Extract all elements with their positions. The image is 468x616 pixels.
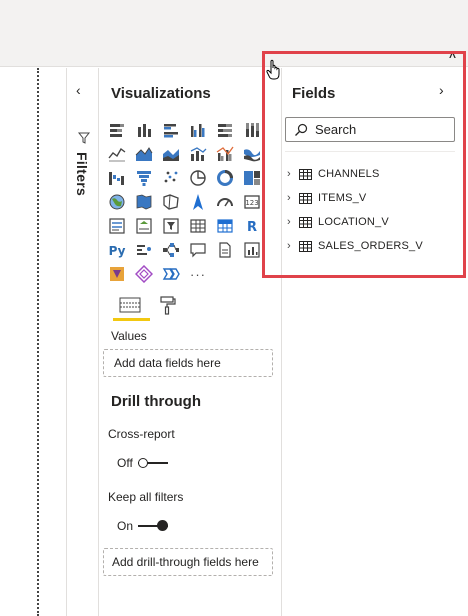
power-apps-icon[interactable] xyxy=(105,262,129,286)
svg-text:123: 123 xyxy=(245,199,258,207)
azure-map-icon[interactable] xyxy=(186,190,210,214)
line-column-icon[interactable] xyxy=(186,142,210,166)
100-bar-icon[interactable] xyxy=(213,118,237,142)
pie-icon[interactable] xyxy=(186,166,210,190)
keep-all-filters-label: Keep all filters xyxy=(108,490,184,504)
cross-report-toggle[interactable]: Off xyxy=(117,456,168,470)
filters-label[interactable]: Filters xyxy=(74,152,90,196)
donut-icon[interactable] xyxy=(213,166,237,190)
shape-map-icon[interactable] xyxy=(159,190,183,214)
area-chart-icon[interactable] xyxy=(132,142,156,166)
gauge-icon[interactable] xyxy=(213,190,237,214)
stacked-area-icon[interactable] xyxy=(159,142,183,166)
more-visuals-button[interactable]: ··· xyxy=(186,262,210,286)
toggle-switch[interactable] xyxy=(137,457,168,469)
canvas-border xyxy=(37,68,39,616)
ribbon-chart-icon[interactable] xyxy=(240,142,264,166)
smart-narrative-icon[interactable] xyxy=(240,238,264,262)
drill-through-title: Drill through xyxy=(111,393,201,410)
svg-text:Py: Py xyxy=(109,244,126,258)
paginated-report-icon[interactable] xyxy=(213,238,237,262)
funnel-chart-icon[interactable] xyxy=(132,166,156,190)
card-icon[interactable]: 123 xyxy=(240,190,264,214)
active-tab-indicator xyxy=(113,318,150,321)
toggle-switch[interactable] xyxy=(138,520,169,532)
visualizations-title: Visualizations xyxy=(111,85,211,102)
visualizations-pane: Visualizations 123 R Py ··· Values Add data… xyxy=(100,68,282,616)
keep-filters-state: On xyxy=(117,519,134,533)
stacked-column-icon[interactable] xyxy=(132,118,156,142)
hand-cursor-icon xyxy=(266,59,280,80)
python-visual-icon[interactable]: Py xyxy=(105,238,129,262)
matrix-icon[interactable] xyxy=(213,214,237,238)
key-influencers-icon[interactable] xyxy=(132,238,156,262)
visual-type-grid: 123 R Py ··· xyxy=(105,118,273,286)
metrics-icon[interactable] xyxy=(159,262,183,286)
qa-icon[interactable] xyxy=(186,238,210,262)
toggle-knob xyxy=(137,458,148,468)
values-label: Values xyxy=(111,329,147,343)
report-canvas[interactable] xyxy=(0,68,66,616)
multirow-card-icon[interactable] xyxy=(105,214,129,238)
svg-text:R: R xyxy=(247,220,257,235)
toggle-knob xyxy=(157,520,169,531)
cross-report-label: Cross-report xyxy=(108,427,175,441)
cross-report-state: Off xyxy=(117,456,133,470)
fields-tab-icon[interactable] xyxy=(119,295,141,315)
clustered-bar-icon[interactable] xyxy=(159,118,183,142)
drill-through-drop-well[interactable]: Add drill-through fields here xyxy=(103,548,273,576)
slicer-icon[interactable] xyxy=(159,214,183,238)
filters-pane[interactable]: ‹ Filters xyxy=(66,68,99,616)
paint-roller-icon[interactable] xyxy=(157,295,179,315)
line-chart-icon[interactable] xyxy=(105,142,129,166)
funnel-icon xyxy=(77,132,91,144)
keep-all-filters-toggle[interactable]: On xyxy=(117,519,169,533)
clustered-column-icon[interactable] xyxy=(186,118,210,142)
decomposition-tree-icon[interactable] xyxy=(159,238,183,262)
kpi-icon[interactable] xyxy=(132,214,156,238)
scatter-icon[interactable] xyxy=(159,166,183,190)
waterfall-icon[interactable] xyxy=(105,166,129,190)
100-column-icon[interactable] xyxy=(240,118,264,142)
highlight-box xyxy=(262,51,466,278)
power-bi-window: ^ ‹ Filters Visualizations 123RPy··· xyxy=(0,0,468,616)
build-tabs xyxy=(110,292,190,322)
values-drop-well[interactable]: Add data fields here xyxy=(103,349,273,377)
chevron-left-icon[interactable]: ‹ xyxy=(76,82,81,98)
map-icon[interactable] xyxy=(105,190,129,214)
treemap-icon[interactable] xyxy=(240,166,264,190)
table-visual-icon[interactable] xyxy=(186,214,210,238)
r-visual-icon[interactable]: R xyxy=(240,214,264,238)
stacked-bar-icon[interactable] xyxy=(105,118,129,142)
filled-map-icon[interactable] xyxy=(132,190,156,214)
line-clustered-column-icon[interactable] xyxy=(213,142,237,166)
power-automate-icon[interactable] xyxy=(132,262,156,286)
